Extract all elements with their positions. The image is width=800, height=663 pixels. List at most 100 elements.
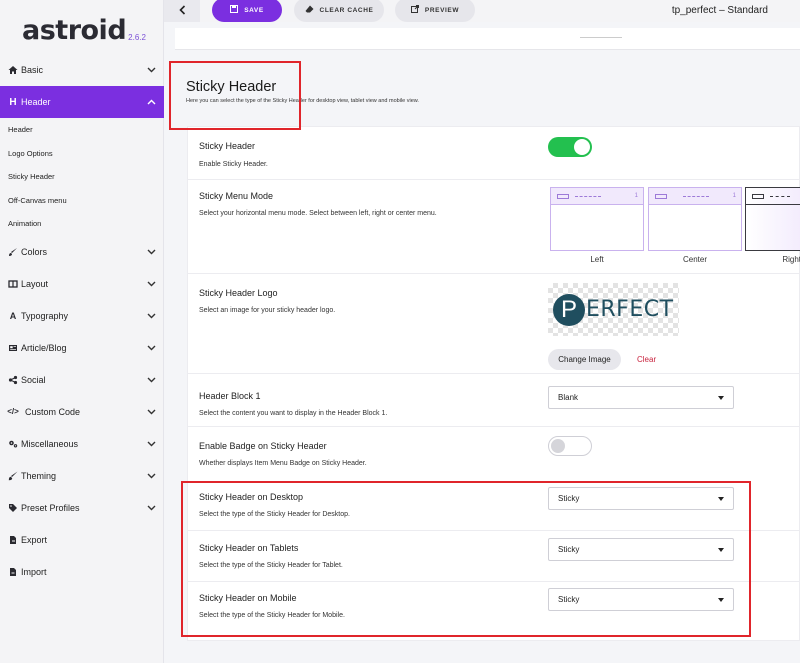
field-enable-badge: Enable Badge on Sticky Header Whether di… xyxy=(188,427,800,479)
sidebar-item-label: Custom Code xyxy=(25,406,81,417)
sidebar-item-social[interactable]: Social xyxy=(0,364,164,396)
back-button[interactable] xyxy=(164,0,200,22)
sticky-logo-preview: P ERFECT xyxy=(548,283,679,336)
sidebar-item-label: Colors xyxy=(21,246,48,257)
highlight-box-section-title xyxy=(169,61,301,130)
sidebar-item-label: Typography xyxy=(21,310,69,321)
sidebar-item-label: Export xyxy=(21,534,48,545)
import-icon xyxy=(7,566,19,578)
sidebar-item-label: Preset Profiles xyxy=(21,502,80,513)
mode-preview-menu xyxy=(770,196,790,197)
field-title: Sticky Header xyxy=(199,141,256,151)
field-description: Select your horizontal menu mode. Select… xyxy=(199,210,437,217)
field-title: Sticky Header Logo xyxy=(199,288,278,298)
sidebar-item-preset-profiles[interactable]: Preset Profiles xyxy=(0,492,164,524)
menu-mode-option-right[interactable] xyxy=(745,187,800,251)
sidebar-item-export[interactable]: Export xyxy=(0,524,164,556)
chevron-down-icon xyxy=(146,65,156,75)
mode-preview-bar: 1 xyxy=(551,188,643,205)
app-logo[interactable]: astroid 2.6.2 xyxy=(22,6,146,46)
logo-version: 2.6.2 xyxy=(128,33,146,42)
home-icon xyxy=(7,64,19,76)
sidebar-item-theming[interactable]: Theming xyxy=(0,460,164,492)
tag-icon xyxy=(7,502,19,514)
field-description: Enable Sticky Header. xyxy=(199,161,268,168)
mode-preview-menu xyxy=(683,196,709,197)
mode-preview-logo xyxy=(557,194,569,199)
menu-mode-label-center: Center xyxy=(682,255,707,264)
save-icon xyxy=(230,5,239,15)
menu-mode-option-left[interactable]: 1 xyxy=(550,187,644,251)
chevron-down-icon xyxy=(146,375,156,385)
sidebar-item-header[interactable]: H Header xyxy=(0,86,164,118)
field-header-block-1: Header Block 1 Select the content you wa… xyxy=(188,374,800,427)
paint-brush-icon xyxy=(7,470,19,482)
chevron-down-icon xyxy=(146,247,156,257)
enable-badge-toggle[interactable] xyxy=(548,436,592,456)
submenu-item-off-canvas[interactable]: Off-Canvas menu xyxy=(0,189,164,213)
font-icon: A xyxy=(9,310,17,321)
save-button[interactable]: SAVE xyxy=(212,0,282,22)
sidebar-item-label: Basic xyxy=(21,65,44,75)
sidebar-item-custom-code[interactable]: </> Custom Code xyxy=(0,396,164,428)
chevron-down-icon xyxy=(146,407,156,417)
clear-image-link[interactable]: Clear xyxy=(637,355,656,364)
logo-word: ERFECT xyxy=(586,297,674,322)
field-description: Select an image for your sticky header l… xyxy=(199,307,336,314)
field-title: Enable Badge on Sticky Header xyxy=(199,441,327,451)
clear-cache-button[interactable]: CLEAR CACHE xyxy=(294,0,384,22)
submenu-item-logo-options[interactable]: Logo Options xyxy=(0,142,164,166)
field-description: Select the content you want to display i… xyxy=(199,410,388,417)
code-icon: </> xyxy=(7,407,19,416)
sidebar-item-typography[interactable]: A Typography xyxy=(0,300,164,332)
chevron-up-icon xyxy=(146,97,156,107)
brush-icon xyxy=(7,246,19,258)
external-link-icon xyxy=(410,5,419,15)
heading-icon: H xyxy=(9,96,17,108)
sidebar-item-label: Article/Blog xyxy=(21,342,67,353)
template-name: tp_perfect – Standard xyxy=(671,5,768,16)
sidebar-item-miscellaneous[interactable]: Miscellaneous xyxy=(0,428,164,460)
mode-preview-logo xyxy=(655,194,667,199)
select-value: Blank xyxy=(558,393,579,402)
sidebar-item-label: Miscellaneous xyxy=(21,438,79,449)
mode-preview-bar xyxy=(746,188,800,205)
caret-down-icon xyxy=(718,396,724,400)
share-icon xyxy=(7,374,19,386)
sidebar-item-basic[interactable]: Basic xyxy=(0,54,164,86)
field-sticky-header-logo: Sticky Header Logo Select an image for y… xyxy=(188,274,800,374)
menu-mode-option-center[interactable]: 1 xyxy=(648,187,742,251)
sidebar-item-colors[interactable]: Colors xyxy=(0,236,164,268)
field-title: Header Block 1 xyxy=(199,391,261,401)
mode-preview-block: 1 xyxy=(634,193,638,199)
chevron-left-icon xyxy=(178,2,186,20)
submenu-item-animation[interactable]: Animation xyxy=(0,212,164,236)
clear-cache-label: CLEAR CACHE xyxy=(319,6,374,14)
field-title: Sticky Menu Mode xyxy=(199,191,274,201)
menu-mode-label-right: Right xyxy=(782,255,800,264)
previous-section-card xyxy=(175,28,800,50)
chevron-down-icon xyxy=(146,343,156,353)
sticky-header-toggle[interactable] xyxy=(548,137,592,157)
sidebar-nav: Basic H Header Header Logo Options Stick… xyxy=(0,54,164,588)
eraser-icon xyxy=(305,5,314,15)
logo-text: astroid xyxy=(22,15,127,46)
sidebar-item-import[interactable]: Import xyxy=(0,556,164,588)
submenu-item-header[interactable]: Header xyxy=(0,118,164,142)
sidebar-item-article-blog[interactable]: Article/Blog xyxy=(0,332,164,364)
header-block-1-select[interactable]: Blank xyxy=(548,386,734,409)
mode-preview-bar: 1 xyxy=(649,188,741,205)
preview-button[interactable]: PREVIEW xyxy=(395,0,475,22)
submenu-item-sticky-header[interactable]: Sticky Header xyxy=(0,165,164,189)
highlight-box-device-settings xyxy=(181,481,751,637)
menu-mode-label-left: Left xyxy=(590,255,604,264)
chevron-down-icon xyxy=(146,471,156,481)
change-image-button[interactable]: Change Image xyxy=(548,349,621,370)
sidebar-item-label: Social xyxy=(21,374,46,385)
divider xyxy=(580,32,622,38)
chevron-down-icon xyxy=(146,439,156,449)
layout-icon xyxy=(7,278,19,290)
sidebar-item-layout[interactable]: Layout xyxy=(0,268,164,300)
sidebar: astroid 2.6.2 Basic H Header Header Logo… xyxy=(0,0,164,663)
save-label: SAVE xyxy=(244,6,264,14)
